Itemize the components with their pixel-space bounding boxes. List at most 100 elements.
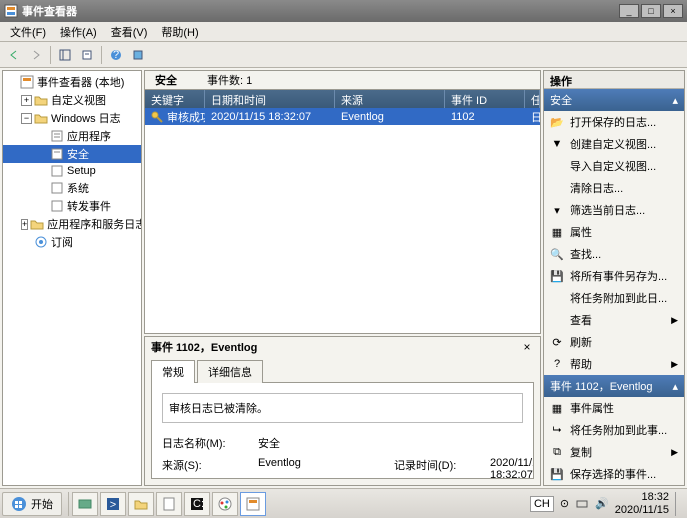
collapse-icon: ▴	[672, 94, 678, 107]
expander-icon[interactable]: +	[21, 219, 28, 230]
clock-date: 2020/11/15	[615, 504, 669, 516]
start-label: 开始	[31, 496, 53, 512]
cell-taskcat: 日志清除	[525, 109, 540, 125]
action-refresh[interactable]: ⟳刷新	[544, 331, 684, 353]
actions-section-security[interactable]: 安全 ▴	[544, 89, 684, 111]
tray-icon[interactable]: ⊙	[560, 497, 569, 510]
action-create-custom-view[interactable]: ▼创建自定义视图...	[544, 133, 684, 155]
detail-body: 审核日志已被清除。 日志名称(M): 安全 来源(S): Eventlog 记录…	[151, 382, 534, 479]
find-icon: 🔍	[550, 247, 564, 261]
table-row[interactable]: 审核成功 2020/11/15 18:32:07 Eventlog 1102 日…	[145, 108, 540, 125]
action-attach-task-event[interactable]: ⮡将任务附加到此事...	[544, 419, 684, 441]
action-event-properties[interactable]: ▦事件属性	[544, 397, 684, 419]
task-explorer[interactable]	[128, 492, 154, 516]
tree-pane: 事件查看器 (本地) + 自定义视图 − Windows 日志 应用程序 安全 …	[2, 70, 142, 486]
tree-system[interactable]: 系统	[3, 179, 141, 197]
task-powershell[interactable]: >	[100, 492, 126, 516]
maximize-button[interactable]: □	[641, 4, 661, 18]
log-name-label: 安全	[155, 72, 177, 88]
label-source: 来源(S):	[162, 457, 252, 479]
help-icon: ?	[550, 357, 564, 371]
help-button[interactable]: ?	[106, 45, 126, 65]
tree-forwarded[interactable]: 转发事件	[3, 197, 141, 215]
minimize-button[interactable]: _	[619, 4, 639, 18]
col-datetime[interactable]: 日期和时间	[205, 90, 335, 108]
task-server-manager[interactable]	[72, 492, 98, 516]
log-icon	[50, 199, 64, 213]
cell-keyword: 审核成功	[167, 109, 205, 125]
clock[interactable]: 18:32 2020/11/15	[615, 491, 669, 515]
tree-setup[interactable]: Setup	[3, 163, 141, 179]
tree-subscriptions[interactable]: 订阅	[3, 233, 141, 251]
action-filter-current-log[interactable]: ▾筛选当前日志...	[544, 199, 684, 221]
action-clear-log[interactable]: 清除日志...	[544, 177, 684, 199]
action-help[interactable]: ?帮助▶	[544, 353, 684, 375]
svg-text:C:: C:	[193, 498, 204, 510]
label-recorded: 记录时间(D):	[394, 457, 484, 479]
expander-icon[interactable]: +	[21, 95, 32, 106]
list-header-row: 安全 事件数: 1	[144, 70, 541, 90]
show-hide-tree-button[interactable]	[55, 45, 75, 65]
tree-application[interactable]: 应用程序	[3, 127, 141, 145]
menu-file[interactable]: 文件(F)	[4, 22, 52, 42]
actions-section-event[interactable]: 事件 1102，Eventlog ▴	[544, 375, 684, 397]
action-save-all-events[interactable]: 💾将所有事件另存为...	[544, 265, 684, 287]
tab-details[interactable]: 详细信息	[197, 360, 263, 383]
tree-windows-logs[interactable]: − Windows 日志	[3, 109, 141, 127]
detail-tabs: 常规 详细信息	[145, 357, 540, 382]
grid-body: 审核成功 2020/11/15 18:32:07 Eventlog 1102 日…	[145, 108, 540, 333]
tray-network-icon[interactable]	[575, 497, 589, 511]
menu-view[interactable]: 查看(V)	[105, 22, 154, 42]
refresh-button[interactable]	[128, 45, 148, 65]
tree-app-services[interactable]: + 应用程序和服务日志	[3, 215, 141, 233]
properties-button[interactable]	[77, 45, 97, 65]
tab-general[interactable]: 常规	[151, 360, 195, 383]
app-icon	[4, 4, 18, 18]
windows-icon	[11, 496, 27, 512]
task-event-viewer[interactable]	[240, 492, 266, 516]
action-view[interactable]: 查看▶	[544, 309, 684, 331]
action-save-selected[interactable]: 💾保存选择的事件...	[544, 463, 684, 485]
task-icon: ⮡	[550, 423, 564, 437]
expander-icon[interactable]: −	[21, 113, 32, 124]
back-button[interactable]	[4, 45, 24, 65]
action-open-saved-log[interactable]: 📂打开保存的日志...	[544, 111, 684, 133]
cell-datetime: 2020/11/15 18:32:07	[205, 111, 335, 123]
task-paint[interactable]	[212, 492, 238, 516]
task-cmd[interactable]: C:	[184, 492, 210, 516]
label-logname: 日志名称(M):	[162, 435, 252, 451]
menu-action[interactable]: 操作(A)	[54, 22, 103, 42]
forward-button[interactable]	[26, 45, 46, 65]
close-button[interactable]: ×	[663, 4, 683, 18]
show-desktop-button[interactable]	[675, 492, 681, 516]
tree-root-label: 事件查看器 (本地)	[37, 74, 124, 90]
folder-icon	[34, 93, 48, 107]
action-refresh-event[interactable]: ⟳刷新	[544, 485, 684, 486]
tree-custom-views[interactable]: + 自定义视图	[3, 91, 141, 109]
taskbar: 开始 > C: CH ⊙ 🔊 18:32 2020/11/15	[0, 488, 687, 518]
task-notepad[interactable]	[156, 492, 182, 516]
filter-icon: ▼	[550, 137, 564, 151]
col-source[interactable]: 来源	[335, 90, 445, 108]
close-detail-button[interactable]: ×	[520, 340, 534, 354]
ime-indicator[interactable]: CH	[530, 496, 554, 512]
action-properties[interactable]: ▦属性	[544, 221, 684, 243]
value-source: Eventlog	[258, 457, 388, 479]
col-eventid[interactable]: 事件 ID	[445, 90, 525, 108]
action-find[interactable]: 🔍查找...	[544, 243, 684, 265]
start-button[interactable]: 开始	[2, 492, 62, 516]
tree-security[interactable]: 安全	[3, 145, 141, 163]
col-keyword[interactable]: 关键字	[145, 90, 205, 108]
tree-custom-label: 自定义视图	[51, 92, 106, 108]
tree-appsvc-label: 应用程序和服务日志	[47, 216, 142, 232]
tray-sound-icon[interactable]: 🔊	[595, 497, 609, 510]
col-taskcat[interactable]: 任务类别	[525, 90, 540, 108]
tree-security-label: 安全	[67, 146, 89, 162]
action-import-custom-view[interactable]: 导入自定义视图...	[544, 155, 684, 177]
menu-help[interactable]: 帮助(H)	[155, 22, 204, 42]
action-attach-task-log[interactable]: 将任务附加到此日...	[544, 287, 684, 309]
chevron-right-icon: ▶	[671, 315, 678, 326]
save-icon: 💾	[550, 269, 564, 283]
tree-root[interactable]: 事件查看器 (本地)	[3, 73, 141, 91]
action-copy[interactable]: ⧉复制▶	[544, 441, 684, 463]
